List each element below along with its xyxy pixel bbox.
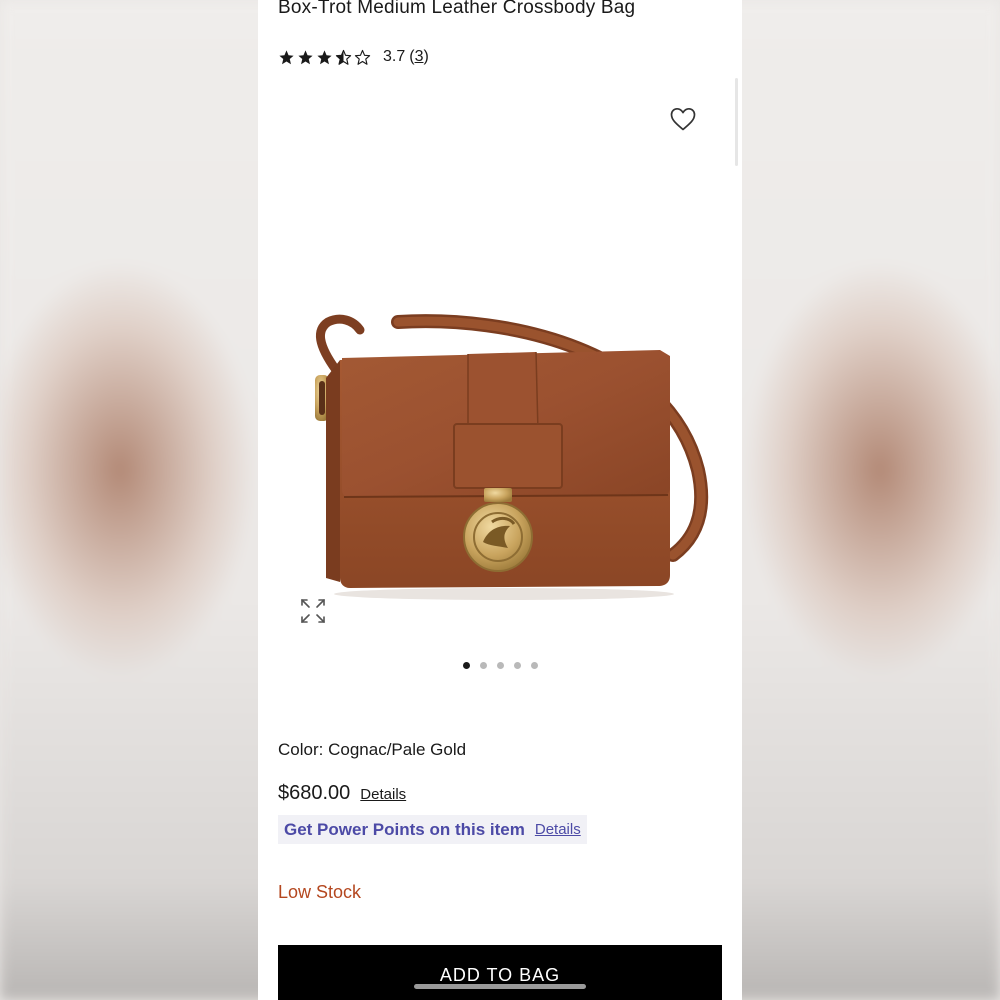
carousel-dot[interactable]: [496, 662, 504, 669]
stock-status: Low Stock: [278, 882, 362, 902]
color-label: Color:: [278, 740, 324, 759]
product-page: Box-Trot Medium Leather Crossbody Bag 3.…: [258, 0, 742, 1000]
price: $680.00: [278, 782, 351, 804]
color-value: Cognac/Pale Gold: [328, 740, 467, 759]
power-points-banner: Get Power Points on this item Details: [278, 815, 587, 844]
expand-arrows-icon[interactable]: [298, 596, 328, 626]
power-points-text: Get Power Points on this item: [284, 819, 525, 839]
price-row: $680.00 Details: [278, 782, 406, 805]
color-selection: Color: Cognac/Pale Gold: [278, 740, 466, 760]
add-to-bag-button[interactable]: ADD TO BAG: [278, 945, 722, 1000]
star-full-icon: [279, 49, 294, 64]
carousel-dots: [258, 662, 742, 669]
star-full-icon: [298, 49, 313, 64]
home-indicator[interactable]: [414, 984, 586, 989]
star-full-icon: [317, 49, 332, 64]
carousel-dot[interactable]: [530, 662, 538, 669]
carousel-dot-active[interactable]: [462, 662, 470, 669]
rating-row[interactable]: 3.7 (3): [278, 46, 429, 68]
rating-value: 3.7: [383, 48, 406, 65]
add-to-bag-label: ADD TO BAG: [439, 965, 561, 985]
star-empty-icon: [354, 49, 371, 65]
power-points-details-link[interactable]: Details: [535, 821, 581, 838]
product-title: Box-Trot Medium Leather Crossbody Bag: [278, 0, 636, 18]
price-details-link[interactable]: Details: [360, 786, 406, 803]
star-half-icon: [335, 49, 352, 65]
carousel-dot[interactable]: [513, 662, 521, 669]
product-image[interactable]: [278, 170, 722, 650]
heart-outline-icon[interactable]: [668, 104, 698, 134]
carousel-dot[interactable]: [479, 662, 487, 669]
star-rating: [278, 49, 371, 66]
scroll-indicator: [735, 78, 738, 166]
rating-count[interactable]: (3): [409, 48, 429, 66]
